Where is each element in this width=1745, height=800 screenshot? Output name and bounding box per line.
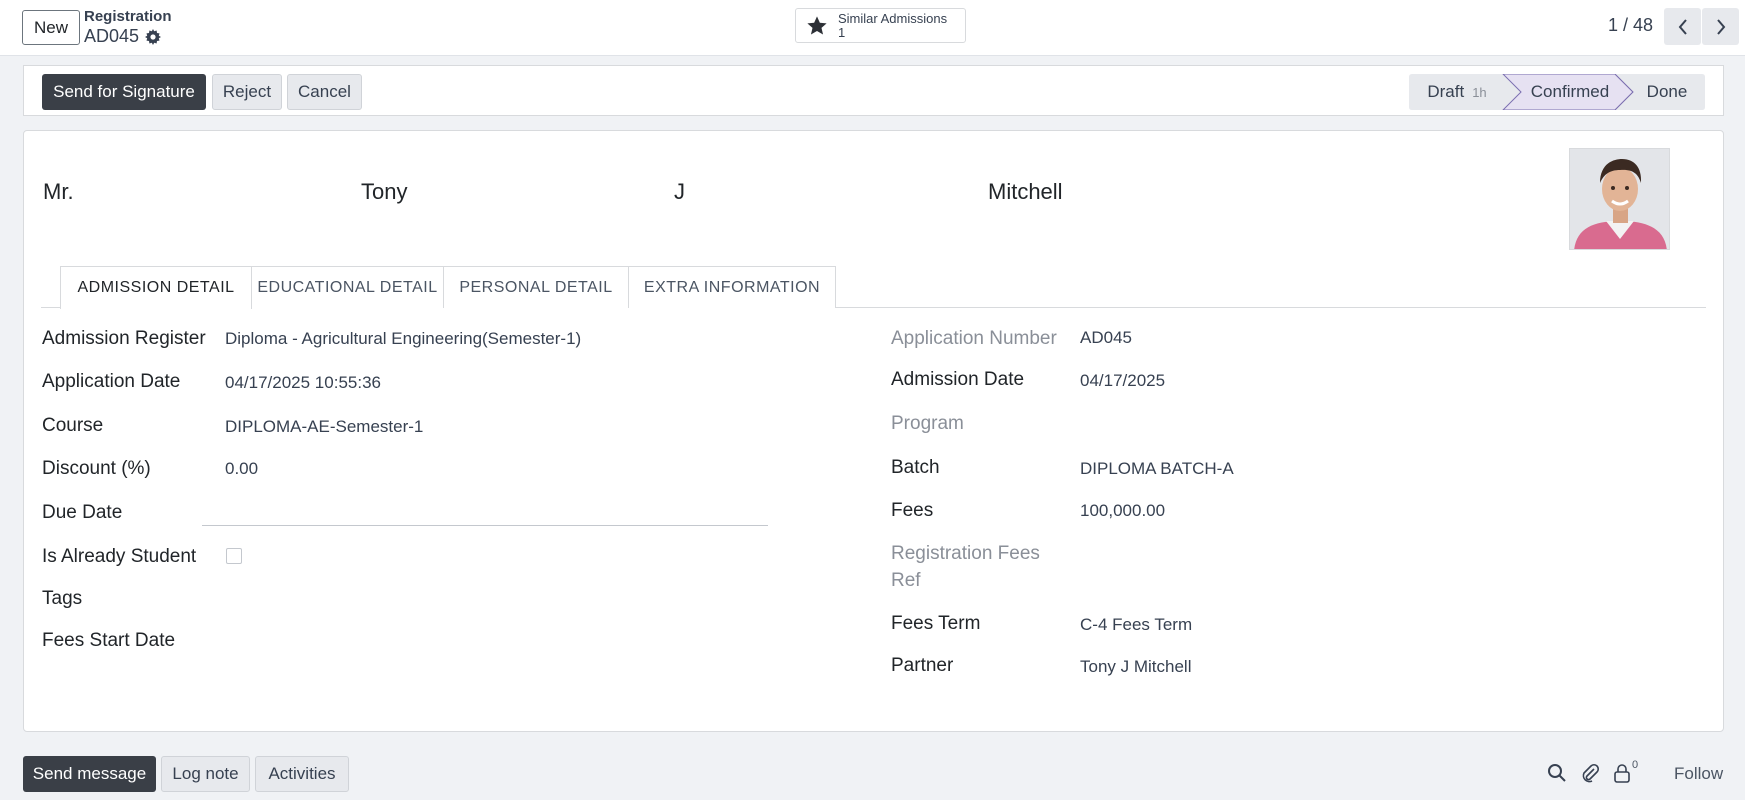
tab-personal-detail[interactable]: PERSONAL DETAIL [443,266,629,308]
stage-label: Confirmed [1530,82,1610,101]
follower-count: 0 [1632,759,1639,771]
registration-fees-ref-label-line2: Ref [891,570,921,591]
chevron-left-icon [1678,18,1687,35]
course-field[interactable]: DIPLOMA-AE-Semester-1 [225,417,423,437]
registration-fees-ref-label-line1: Registration Fees [891,543,1040,564]
breadcrumb-title[interactable]: Registration [84,8,172,25]
stage-confirmed[interactable]: Confirmed [1517,74,1623,110]
batch-label: Batch [891,457,940,478]
fees-label: Fees [891,500,934,521]
admission-register-field[interactable]: Diploma - Agricultural Engineering(Semes… [225,329,581,349]
stage-label: Draft [1427,82,1465,101]
pager-next-button[interactable] [1702,8,1739,45]
record-id: AD045 [84,26,140,46]
pager-previous-button[interactable] [1664,8,1701,45]
first-name-field[interactable]: Tony [361,179,407,205]
application-number-label: Application Number [891,328,1057,349]
fees-term-field[interactable]: C-4 Fees Term [1080,615,1192,635]
smart-button-count: 1 [838,24,846,40]
chatter-bar: Send message Log note Activities [0,745,1745,800]
control-panel: New Registration AD045 Similar Admission… [0,0,1745,56]
discount-field[interactable]: 0.00 [225,459,258,479]
cancel-button[interactable]: Cancel [287,74,362,110]
breadcrumb-record: AD045 [84,26,162,47]
admission-date-label: Admission Date [891,369,1025,390]
notebook-tabs: ADMISSION DETAIL EDUCATIONAL DETAIL PERS… [41,266,1706,309]
gear-icon[interactable] [145,28,162,45]
activities-button[interactable]: Activities [255,756,349,792]
form-statusbar: Send for Signature Reject Cancel Draft 1… [23,65,1724,116]
send-for-signature-button[interactable]: Send for Signature [42,74,206,110]
tab-admission-detail[interactable]: ADMISSION DETAIL [60,266,252,309]
due-date-label: Due Date [42,502,123,523]
partner-field[interactable]: Tony J Mitchell [1080,657,1191,677]
search-icon[interactable] [1547,763,1567,783]
send-message-button[interactable]: Send message [23,756,156,792]
fees-term-label: Fees Term [891,613,981,634]
discount-label: Discount (%) [42,458,151,479]
avatar[interactable] [1569,148,1670,250]
log-note-button[interactable]: Log note [161,756,250,792]
paperclip-icon[interactable] [1580,763,1600,783]
application-number-field: AD045 [1080,328,1132,347]
similar-admissions-button[interactable]: Similar Admissions 1 [795,8,966,43]
last-name-field[interactable]: Mitchell [988,179,1063,205]
admission-date-field[interactable]: 04/17/2025 [1080,371,1165,391]
follow-button[interactable]: Follow [1674,764,1723,784]
smart-button-label: Similar Admissions [838,10,948,26]
program-label: Program [891,413,964,434]
stage-done[interactable]: Done [1631,74,1703,110]
is-already-student-checkbox[interactable] [226,548,242,564]
chevron-right-icon [1716,18,1725,35]
tab-educational-detail[interactable]: EDUCATIONAL DETAIL [251,266,444,308]
middle-name-field[interactable]: J [674,179,685,205]
stage-duration: 1h [1472,84,1487,100]
application-date-field[interactable]: 04/17/2025 10:55:36 [225,373,381,393]
student-photo [1570,149,1669,249]
admission-register-label: Admission Register [42,328,206,349]
due-date-input[interactable] [202,525,768,526]
course-label: Course [42,415,104,436]
reject-button[interactable]: Reject [212,74,282,110]
tags-label: Tags [42,588,83,609]
pager-counter[interactable]: 1 / 48 [1608,15,1653,36]
partner-label: Partner [891,655,954,676]
stage-draft[interactable]: Draft 1h [1409,74,1505,110]
star-icon [807,15,827,35]
fees-start-date-label: Fees Start Date [42,630,176,651]
is-already-student-label: Is Already Student [42,546,197,567]
new-button[interactable]: New [22,10,80,45]
application-date-label: Application Date [42,371,181,392]
title-field[interactable]: Mr. [43,179,74,205]
fees-field[interactable]: 100,000.00 [1080,501,1165,521]
lock-icon[interactable] [1612,763,1632,783]
stage-label: Done [1646,82,1688,101]
batch-field[interactable]: DIPLOMA BATCH-A [1080,459,1234,479]
tab-extra-information[interactable]: EXTRA INFORMATION [628,266,836,308]
